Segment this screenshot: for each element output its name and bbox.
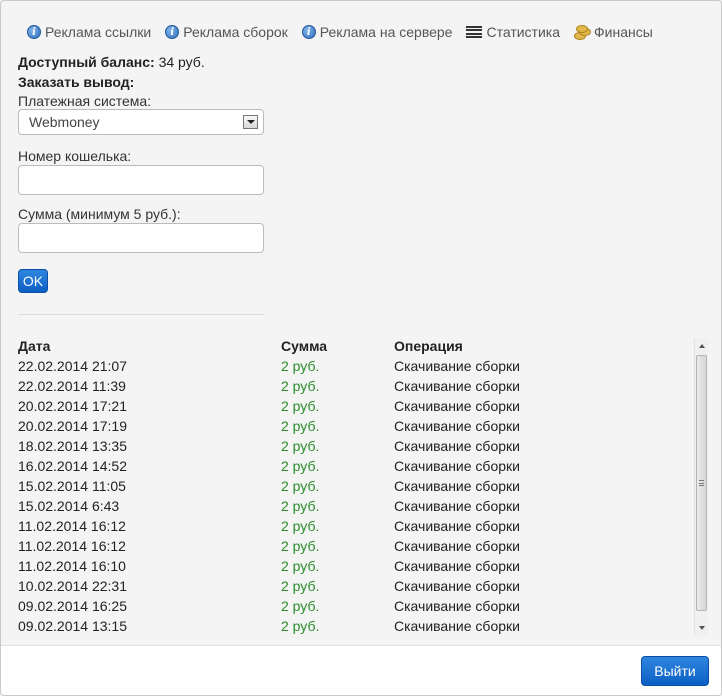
table-row: 15.02.2014 6:43 2 руб. Скачивание сборки: [18, 498, 690, 518]
cell-operation: Скачивание сборки: [394, 538, 520, 554]
cell-operation: Скачивание сборки: [394, 438, 520, 454]
table-row: 22.02.2014 11:39 2 руб. Скачивание сборки: [18, 378, 690, 398]
cell-date: 22.02.2014 21:07: [18, 358, 127, 374]
table-row: 11.02.2014 16:12 2 руб. Скачивание сборки: [18, 538, 690, 558]
table-row: 15.02.2014 11:05 2 руб. Скачивание сборки: [18, 478, 690, 498]
cell-operation: Скачивание сборки: [394, 598, 520, 614]
cell-date: 10.02.2014 22:31: [18, 578, 127, 594]
balance: Доступный баланс: 34 руб.: [18, 54, 205, 70]
cell-operation: Скачивание сборки: [394, 398, 520, 414]
cell-date: 15.02.2014 6:43: [18, 498, 120, 514]
cell-amount: 2 руб.: [281, 438, 320, 454]
nav-label: Реклама ссылки: [45, 24, 152, 40]
header-date: Дата: [18, 338, 51, 354]
scroll-thumb[interactable]: [696, 355, 707, 611]
wallet-label: Номер кошелька:: [18, 148, 132, 164]
cell-operation: Скачивание сборки: [394, 558, 520, 574]
payment-system-select[interactable]: Webmoney: [18, 109, 264, 135]
scroll-down-icon[interactable]: [695, 620, 708, 636]
cell-amount: 2 руб.: [281, 558, 320, 574]
cell-date: 22.02.2014 11:39: [18, 378, 126, 394]
info-icon: i: [27, 25, 41, 39]
nav-label: Реклама сборок: [183, 24, 288, 40]
cell-date: 11.02.2014 16:10: [18, 558, 126, 574]
coins-icon: [574, 25, 591, 40]
cell-date: 16.02.2014 14:52: [18, 458, 127, 474]
order-title: Заказать вывод:: [18, 74, 135, 90]
chevron-down-icon: [243, 115, 258, 129]
cell-date: 09.02.2014 13:15: [18, 618, 127, 634]
scroll-up-icon[interactable]: [695, 338, 708, 354]
cell-operation: Скачивание сборки: [394, 618, 520, 634]
nav-statistics[interactable]: Статистика: [466, 24, 560, 40]
exit-button[interactable]: Выйти: [641, 656, 709, 686]
table-row: 11.02.2014 16:12 2 руб. Скачивание сборки: [18, 518, 690, 538]
divider: [18, 314, 265, 315]
info-icon: i: [301, 25, 316, 39]
table-row: 18.02.2014 13:35 2 руб. Скачивание сборки: [18, 438, 690, 458]
nav-ads-server[interactable]: i Реклама на сервере: [301, 24, 453, 40]
cell-operation: Скачивание сборки: [394, 578, 520, 594]
cell-operation: Скачивание сборки: [394, 458, 520, 474]
nav-ads-builds[interactable]: i Реклама сборок: [165, 24, 288, 40]
payment-system-value: Webmoney: [29, 114, 100, 130]
table-row: 22.02.2014 21:07 2 руб. Скачивание сборки: [18, 358, 690, 378]
cell-amount: 2 руб.: [281, 518, 320, 534]
nav-label: Статистика: [486, 24, 560, 40]
balance-value: 34 руб.: [158, 54, 205, 70]
cell-amount: 2 руб.: [281, 478, 320, 494]
cell-date: 15.02.2014 11:05: [18, 478, 126, 494]
table-scrollbar[interactable]: [694, 338, 708, 636]
nav-finances[interactable]: Финансы: [574, 24, 653, 40]
cell-operation: Скачивание сборки: [394, 518, 520, 534]
cell-amount: 2 руб.: [281, 458, 320, 474]
table-header: Дата Сумма Операция: [18, 338, 690, 358]
table-row: 20.02.2014 17:19 2 руб. Скачивание сборки: [18, 418, 690, 438]
nav-ads-links[interactable]: i Реклама ссылки: [27, 24, 151, 40]
balance-label: Доступный баланс:: [18, 54, 155, 70]
cell-amount: 2 руб.: [281, 398, 320, 414]
dialog-footer: Выйти: [1, 645, 721, 695]
cell-amount: 2 руб.: [281, 418, 320, 434]
cell-date: 09.02.2014 16:25: [18, 598, 127, 614]
cell-operation: Скачивание сборки: [394, 478, 520, 494]
cell-operation: Скачивание сборки: [394, 378, 520, 394]
header-operation: Операция: [394, 338, 463, 354]
cell-amount: 2 руб.: [281, 498, 320, 514]
list-icon: [466, 26, 483, 38]
cell-date: 11.02.2014 16:12: [18, 538, 126, 554]
wallet-input[interactable]: [18, 165, 264, 195]
nav-label: Финансы: [594, 24, 653, 40]
cell-amount: 2 руб.: [281, 618, 320, 634]
cell-date: 20.02.2014 17:19: [18, 418, 127, 434]
header-amount: Сумма: [281, 338, 328, 354]
info-icon: i: [165, 25, 180, 39]
table-row: 09.02.2014 16:25 2 руб. Скачивание сборки: [18, 598, 690, 618]
table-row: 10.02.2014 22:31 2 руб. Скачивание сборки: [18, 578, 690, 598]
cell-amount: 2 руб.: [281, 538, 320, 554]
cell-date: 20.02.2014 17:21: [18, 398, 127, 414]
table-row: 20.02.2014 17:21 2 руб. Скачивание сборки: [18, 398, 690, 418]
cell-amount: 2 руб.: [281, 578, 320, 594]
ok-button[interactable]: OK: [18, 269, 48, 293]
top-nav: i Реклама ссылки i Реклама сборок i Рекл…: [27, 22, 667, 42]
nav-label: Реклама на сервере: [319, 24, 453, 40]
cell-operation: Скачивание сборки: [394, 358, 520, 374]
cell-operation: Скачивание сборки: [394, 418, 520, 434]
payment-system-label: Платежная система:: [18, 93, 152, 109]
table-row: 16.02.2014 14:52 2 руб. Скачивание сборки: [18, 458, 690, 478]
transactions-table: Дата Сумма Операция 22.02.2014 21:07 2 ру…: [18, 338, 690, 636]
table-row: 11.02.2014 16:10 2 руб. Скачивание сборки: [18, 558, 690, 578]
amount-input[interactable]: [18, 223, 264, 253]
finance-dialog: i Реклама ссылки i Реклама сборок i Рекл…: [0, 0, 722, 696]
cell-date: 18.02.2014 13:35: [18, 438, 127, 454]
cell-date: 11.02.2014 16:12: [18, 518, 126, 534]
amount-label: Сумма (минимум 5 руб.):: [18, 206, 181, 222]
cell-amount: 2 руб.: [281, 598, 320, 614]
cell-amount: 2 руб.: [281, 378, 320, 394]
cell-operation: Скачивание сборки: [394, 498, 520, 514]
cell-amount: 2 руб.: [281, 358, 320, 374]
table-row: 09.02.2014 13:15 2 руб. Скачивание сборки: [18, 618, 690, 636]
